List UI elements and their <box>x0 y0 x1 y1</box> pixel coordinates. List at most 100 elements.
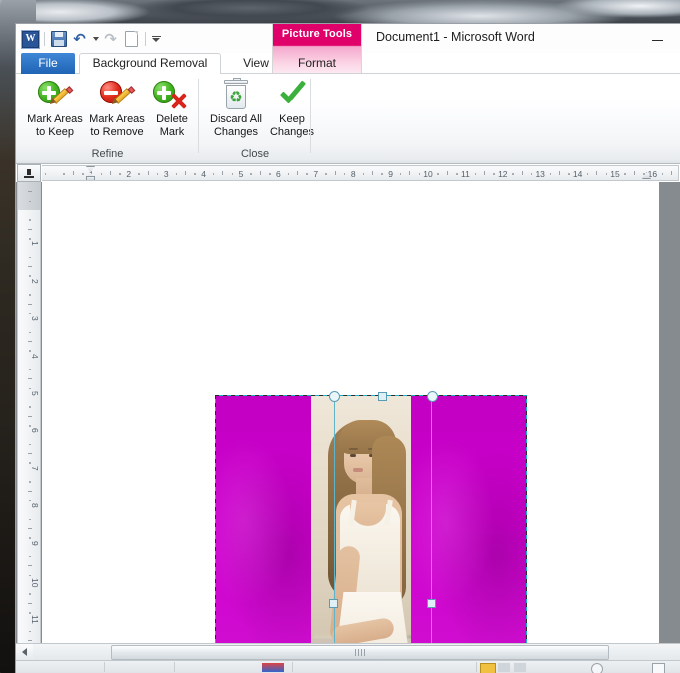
handle-middle-left[interactable] <box>329 599 338 608</box>
horizontal-scrollbar[interactable] <box>16 643 680 661</box>
ruler-minor-tick <box>29 593 31 595</box>
handle-top-left[interactable] <box>329 391 340 402</box>
floppy-disk-glyph <box>50 31 67 47</box>
tab-selector-button[interactable] <box>17 164 41 182</box>
ruler-minor-tick <box>624 173 626 175</box>
photo-content <box>216 396 526 673</box>
discard-all-changes-label-1: Discard All <box>210 113 262 125</box>
ruler-minor-tick <box>29 387 31 390</box>
delete-mark-button[interactable]: Delete Mark <box>148 77 196 139</box>
ribbon-group-close-title: Close <box>240 148 270 160</box>
status-bar <box>16 660 680 673</box>
document-page[interactable] <box>42 182 659 673</box>
status-bar-divider-2 <box>174 662 175 672</box>
undo-icon[interactable]: ↶ <box>69 29 90 49</box>
ruler-number: 12 <box>498 169 508 179</box>
status-bar-language-icon[interactable] <box>262 663 284 672</box>
ruler-minor-tick <box>28 602 32 604</box>
ruler-minor-tick <box>222 171 224 175</box>
ruler-minor-tick <box>343 173 346 175</box>
undo-dropdown-icon[interactable] <box>90 29 100 49</box>
discard-all-changes-button[interactable]: ♻ Discard All Changes <box>205 77 267 139</box>
ruler-number: 9 <box>388 169 393 179</box>
ruler-minor-tick <box>156 173 159 175</box>
ruler-minor-tick <box>521 171 523 175</box>
ruler-minor-tick <box>29 443 31 446</box>
ruler-minor-tick <box>110 171 112 175</box>
ruler-minor-tick <box>28 191 32 193</box>
ruler-minor-tick <box>82 173 84 175</box>
ruler-number: 7 <box>313 169 319 179</box>
undo-arrow-glyph: ↶ <box>73 30 86 48</box>
ruler-number: 5 <box>30 391 40 396</box>
vertical-ruler[interactable]: 123456789101112 <box>17 182 41 673</box>
ruler-minor-tick <box>29 537 31 539</box>
tab-format[interactable]: Format <box>288 53 346 74</box>
ruler-minor-tick <box>138 173 140 175</box>
redo-icon[interactable]: ↷ <box>100 29 121 49</box>
zoom-in-button[interactable] <box>652 663 665 673</box>
ruler-number: 6 <box>276 169 281 179</box>
qat-divider-2 <box>145 32 146 46</box>
ruler-number: 9 <box>30 540 40 546</box>
ribbon-group-close: ♻ Discard All Changes Keep Changes Close <box>199 74 314 163</box>
tab-file[interactable]: File <box>21 53 75 74</box>
handle-top-right[interactable] <box>427 391 438 402</box>
ruler-minor-tick <box>250 173 252 175</box>
scroll-left-arrow-button[interactable] <box>16 644 33 660</box>
tab-view[interactable]: View <box>228 53 284 74</box>
ruler-minor-tick <box>63 173 65 175</box>
view-full-screen-icon[interactable] <box>498 663 510 672</box>
ruler-minor-tick <box>28 453 32 455</box>
ruler-minor-tick <box>29 612 31 614</box>
word-logo-icon[interactable]: W <box>20 29 41 49</box>
mark-areas-to-remove-button[interactable]: Mark Areas to Remove <box>86 77 148 139</box>
ruler-minor-tick <box>28 527 32 529</box>
ruler-minor-tick <box>28 640 32 642</box>
ribbon-group-refine-title: Refine <box>91 148 124 160</box>
ruler-number: 7 <box>30 465 40 471</box>
ruler-minor-tick <box>446 171 448 175</box>
ruler-minor-tick <box>147 171 149 175</box>
tab-background-removal[interactable]: Background Removal <box>79 53 221 74</box>
ruler-minor-tick <box>29 219 31 221</box>
page-glyph <box>125 31 138 47</box>
left-indent-marker[interactable] <box>86 176 95 180</box>
mark-areas-to-keep-button[interactable]: Mark Areas to Keep <box>24 77 86 139</box>
removal-overlay-left <box>216 396 311 673</box>
mark-areas-to-keep-label-1: Mark Areas <box>27 113 83 125</box>
ruler-number: 8 <box>30 503 40 508</box>
triangle-left-icon <box>22 648 27 656</box>
picture-tools-label: Picture Tools <box>281 28 353 40</box>
handle-top-middle[interactable] <box>378 392 387 401</box>
ruler-number: 4 <box>201 169 206 179</box>
ruler-minor-tick <box>28 303 32 305</box>
view-print-layout-icon[interactable] <box>480 663 496 673</box>
minimize-button[interactable] <box>646 28 668 46</box>
status-bar-divider-1 <box>104 662 105 672</box>
ruler-minor-tick <box>29 462 31 464</box>
background-removal-preview[interactable] <box>215 391 527 673</box>
save-icon[interactable] <box>48 29 69 49</box>
ruler-minor-tick <box>287 173 290 175</box>
vertical-ruler-margin <box>18 182 40 210</box>
horizontal-scrollbar-thumb[interactable] <box>111 645 609 660</box>
customize-quick-access-icon[interactable] <box>149 29 163 49</box>
zoom-slider-thumb[interactable] <box>591 663 603 673</box>
ruler-minor-tick <box>29 256 31 259</box>
ruler-minor-tick <box>568 173 570 175</box>
ruler-minor-tick <box>29 499 31 502</box>
ruler-minor-tick <box>530 173 533 175</box>
view-web-layout-icon[interactable] <box>514 663 526 672</box>
ruler-minor-tick <box>29 275 31 277</box>
ruler-minor-tick <box>29 555 31 558</box>
ruler-minor-tick <box>175 173 178 175</box>
ribbon-tab-strip: File Background Removal View Format <box>16 53 680 74</box>
handle-middle-right[interactable] <box>427 599 436 608</box>
ruler-number: 15 <box>610 169 620 179</box>
ruler-minor-tick <box>231 173 234 175</box>
mark-areas-to-keep-label-2: to Keep <box>36 126 74 138</box>
ruler-number: 4 <box>30 353 40 359</box>
horizontal-ruler[interactable]: 12345678910111213141516 <box>42 165 679 181</box>
new-document-icon[interactable] <box>121 29 142 49</box>
